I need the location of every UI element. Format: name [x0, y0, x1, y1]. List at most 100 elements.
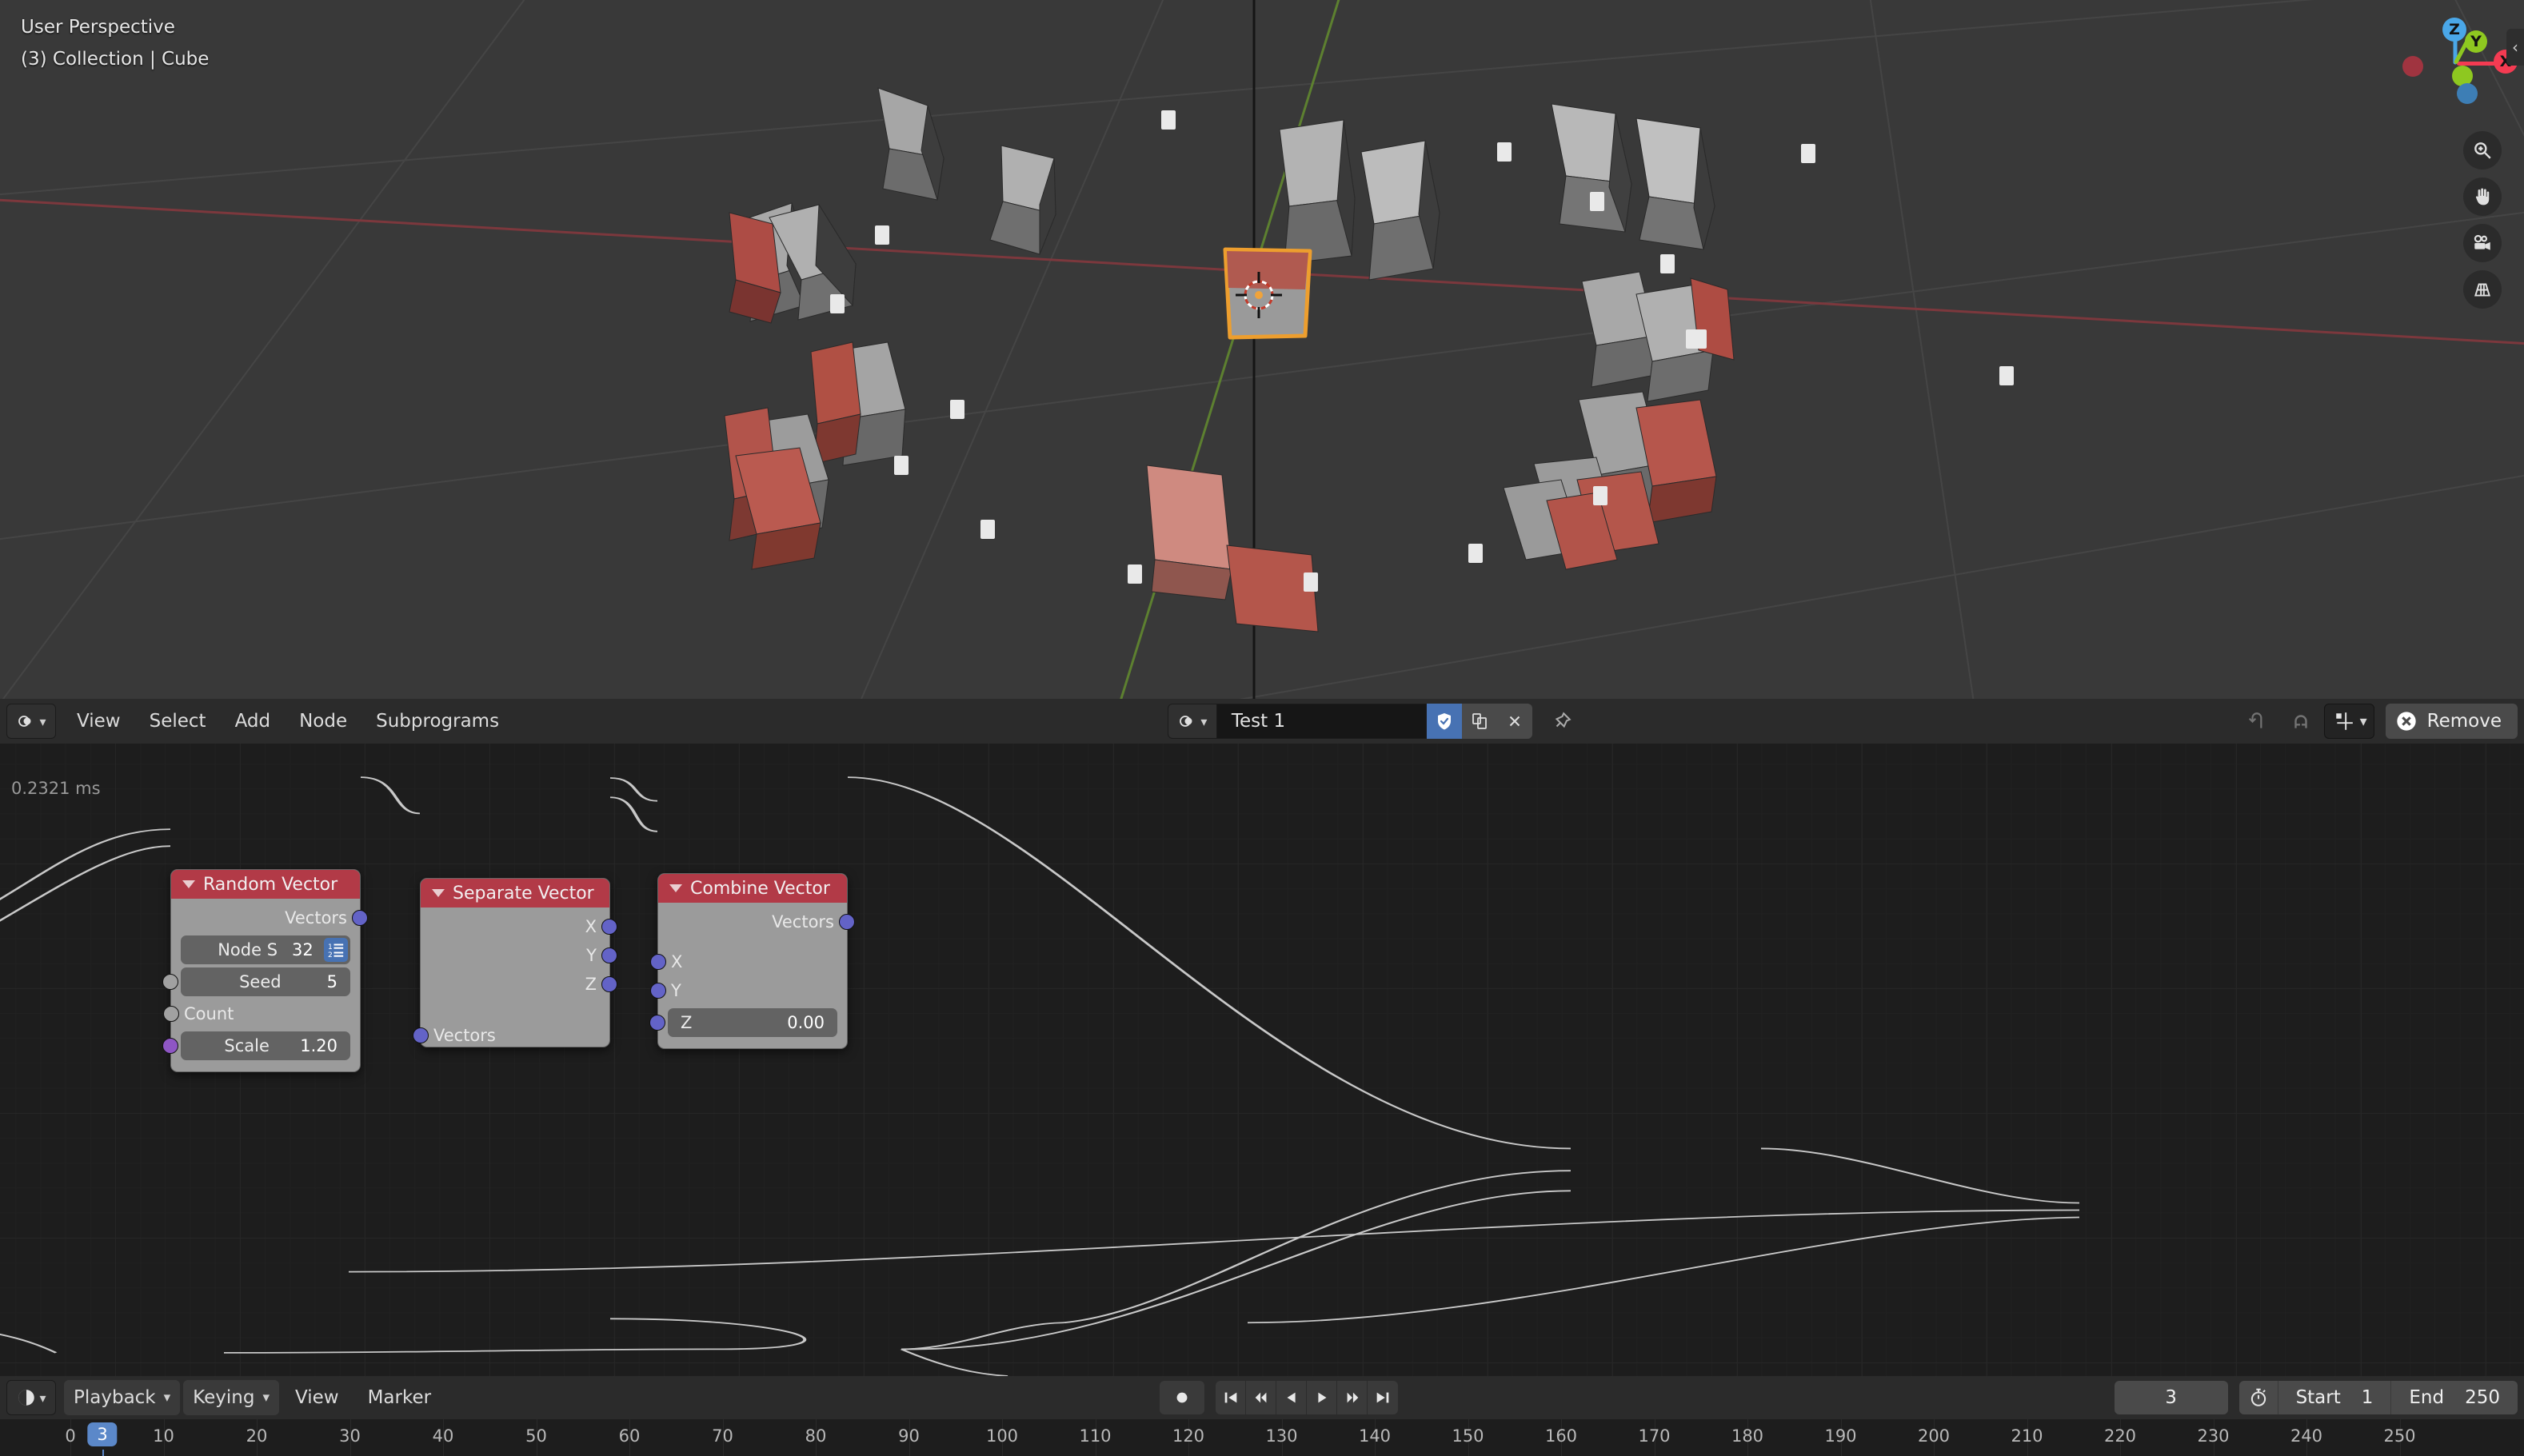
empty-marker: [1128, 564, 1142, 584]
socket-row-y-in[interactable]: Y: [650, 976, 847, 1005]
socket-row-vectors-out[interactable]: Vectors: [658, 908, 855, 936]
list-icon[interactable]: 1 2: [324, 938, 348, 962]
input-socket-vectors[interactable]: [413, 1027, 429, 1043]
node-header[interactable]: Random Vector: [171, 870, 360, 899]
node-tree-icon[interactable]: ▾: [1167, 704, 1217, 739]
x-icon[interactable]: [1496, 704, 1532, 739]
output-socket-x[interactable]: [601, 919, 617, 935]
input-socket-count[interactable]: [163, 1006, 179, 1022]
menu-view[interactable]: View: [282, 1382, 352, 1413]
input-socket-x[interactable]: [650, 954, 666, 970]
ruler-tick-label: 230: [2197, 1426, 2230, 1446]
output-socket-vectors[interactable]: [352, 910, 368, 926]
end-frame-field[interactable]: End 250: [2390, 1381, 2518, 1414]
menu-marker[interactable]: Marker: [355, 1382, 445, 1413]
duplicate-icon[interactable]: [1461, 704, 1497, 739]
collapse-triangle-icon[interactable]: [432, 889, 445, 897]
input-socket-z[interactable]: [649, 1015, 665, 1031]
menu-view[interactable]: View: [64, 706, 134, 736]
socket-row-vectors-in[interactable]: Vectors: [413, 1021, 609, 1050]
play-reverse-icon[interactable]: [1276, 1381, 1308, 1414]
output-socket-z[interactable]: [601, 976, 617, 992]
node-header[interactable]: Combine Vector: [658, 874, 847, 903]
playhead-line[interactable]: [102, 1450, 104, 1456]
next-keyframe-icon[interactable]: [1337, 1381, 1368, 1414]
start-frame-field[interactable]: Start 1: [2277, 1381, 2391, 1414]
menu-playback[interactable]: Playback ▾: [64, 1380, 181, 1415]
menu-subprograms[interactable]: Subprograms: [363, 706, 512, 736]
blender-window: User Perspective (3) Collection | Cube X…: [0, 0, 2524, 1456]
record-icon[interactable]: [1160, 1381, 1205, 1414]
remove-button[interactable]: Remove: [2385, 704, 2518, 739]
output-socket-y[interactable]: [601, 947, 617, 963]
frame-range-group[interactable]: Start 1 End 250: [2238, 1381, 2518, 1414]
pin-icon[interactable]: [1542, 704, 1582, 739]
collapse-triangle-icon[interactable]: [182, 880, 195, 888]
socket-row-vectors-out[interactable]: Vectors: [171, 904, 368, 932]
menu-keying[interactable]: Keying ▾: [183, 1380, 279, 1415]
node-canvas[interactable]: 0.2321 ms Random Vector Vectors Node S 3…: [0, 744, 2524, 1376]
field-node-seed[interactable]: Node S 32 1 2: [181, 935, 350, 964]
field-z[interactable]: Z 0.00: [649, 1008, 837, 1037]
grid-icon[interactable]: [2463, 270, 2502, 309]
chevron-down-icon[interactable]: ▾: [262, 1390, 270, 1406]
jump-end-icon[interactable]: [1368, 1381, 1398, 1414]
input-socket-seed[interactable]: [162, 974, 178, 990]
timeline-header[interactable]: ▾ Playback ▾ Keying ▾ View Marker 3 Star…: [0, 1376, 2524, 1419]
node-separate-vector[interactable]: Separate Vector X Y Z Vectors: [413, 878, 617, 1050]
field-scale[interactable]: Scale 1.20: [162, 1031, 350, 1060]
empty-marker: [1590, 192, 1604, 211]
go-to-parent-icon[interactable]: [2238, 704, 2278, 739]
shield-icon[interactable]: [1426, 704, 1462, 739]
timeline-ruler[interactable]: 3 0 10 20 30 40 50 60 70 80 90 100 110 120 130 140 150 1…: [0, 1419, 2524, 1456]
input-socket-y[interactable]: [650, 983, 666, 999]
socket-row-x-in[interactable]: X: [650, 947, 847, 976]
3d-viewport[interactable]: User Perspective (3) Collection | Cube X…: [0, 0, 2524, 699]
collapse-triangle-icon[interactable]: [669, 884, 682, 892]
stopwatch-icon[interactable]: [2239, 1381, 2278, 1414]
prev-keyframe-icon[interactable]: [1246, 1381, 1277, 1414]
node-editor-header[interactable]: ▾ View Select Add Node Subprograms ▾ Tes…: [0, 699, 2524, 744]
camera-icon[interactable]: [2463, 224, 2502, 262]
current-frame-field[interactable]: 3: [2114, 1381, 2228, 1414]
magnet-icon[interactable]: [2281, 704, 2321, 739]
zoom-icon[interactable]: [2463, 131, 2502, 170]
empty-marker: [1161, 110, 1176, 130]
chevron-down-icon[interactable]: ▾: [2360, 713, 2367, 730]
play-icon[interactable]: [1307, 1381, 1338, 1414]
node-random-vector[interactable]: Random Vector Vectors Node S 32 1 2 Seed…: [162, 869, 368, 1072]
ruler-tick-label: 70: [712, 1426, 733, 1446]
chevron-down-icon[interactable]: ▾: [164, 1390, 171, 1406]
menu-select[interactable]: Select: [137, 706, 219, 736]
node-tree-datablock[interactable]: ▾ Test 1: [1167, 704, 1532, 739]
sidebar-collapse-icon[interactable]: ‹: [2506, 29, 2524, 66]
output-socket-vectors[interactable]: [839, 914, 855, 930]
socket-row-x-out[interactable]: X: [421, 912, 617, 941]
node-combine-vector[interactable]: Combine Vector Vectors X Y Z 0.00: [649, 873, 855, 1049]
hand-icon[interactable]: [2463, 178, 2502, 216]
socket-row-z-out[interactable]: Z: [421, 970, 617, 999]
timeline-icon[interactable]: ▾: [6, 1380, 56, 1415]
node-header[interactable]: Separate Vector: [421, 879, 609, 908]
jump-start-icon[interactable]: [1216, 1381, 1247, 1414]
gizmo-y-ball[interactable]: Y: [2465, 30, 2487, 53]
snap-target-dropdown[interactable]: ▾: [2323, 704, 2374, 739]
menu-node[interactable]: Node: [286, 706, 360, 736]
view-axis-gizmo[interactable]: X Z Y: [2402, 16, 2518, 115]
node-tree-name-field[interactable]: Test 1: [1216, 704, 1427, 739]
field-seed[interactable]: Seed 5: [162, 967, 350, 996]
gizmo-neg-z-ball[interactable]: [2457, 83, 2478, 104]
socket-row-count[interactable]: Count: [163, 999, 360, 1028]
geometry-node-editor[interactable]: ▾ View Select Add Node Subprograms ▾ Tes…: [0, 699, 2524, 1376]
playback-controls[interactable]: [1216, 1381, 1399, 1414]
input-socket-scale[interactable]: [162, 1038, 178, 1054]
timeline-editor[interactable]: ▾ Playback ▾ Keying ▾ View Marker 3 Star…: [0, 1376, 2524, 1456]
svg-text:2: 2: [328, 951, 333, 958]
gizmo-neg-x-ball[interactable]: [2402, 56, 2423, 77]
playhead-label[interactable]: 3: [87, 1422, 118, 1446]
socket-row-y-out[interactable]: Y: [421, 941, 617, 970]
node-grid: [0, 744, 2524, 1376]
gizmo-z-ball[interactable]: Z: [2442, 18, 2466, 42]
menu-add[interactable]: Add: [222, 706, 284, 736]
editor-type-button[interactable]: ▾: [6, 704, 56, 739]
